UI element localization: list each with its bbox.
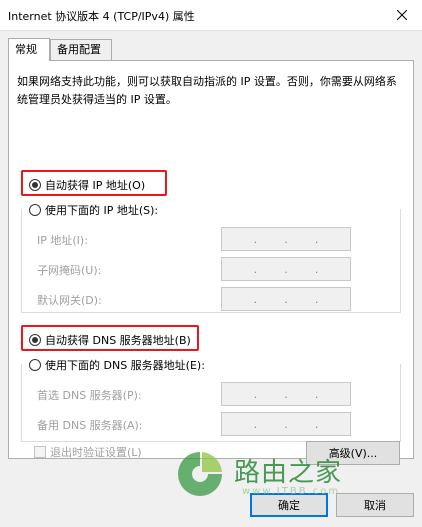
ip-auto-radio-row[interactable]: 自动获得 IP 地址(O)	[29, 177, 145, 193]
ip-address-label: IP 地址(I):	[37, 234, 88, 247]
subnet-mask-label: 子网掩码(U):	[37, 264, 102, 277]
tab-alternate-config[interactable]: 备用配置	[50, 39, 112, 61]
validate-on-exit-label: 退出时验证设置(L)	[50, 446, 142, 459]
dns-auto-label: 自动获得 DNS 服务器地址(B)	[45, 334, 191, 347]
subnet-mask-input[interactable]: ...	[221, 257, 351, 281]
description-text: 如果网络支持此功能，则可以获取自动指派的 IP 设置。否则，你需要从网络系统管理…	[17, 75, 397, 106]
alternate-dns-label: 备用 DNS 服务器(A):	[37, 419, 143, 432]
cancel-button[interactable]: 取消	[336, 493, 414, 517]
preferred-dns-label: 首选 DNS 服务器(P):	[37, 389, 142, 402]
preferred-dns-input[interactable]: ...	[221, 382, 351, 406]
dns-auto-radio-row[interactable]: 自动获得 DNS 服务器地址(B)	[29, 332, 191, 348]
ok-button[interactable]: 确定	[250, 493, 328, 517]
ip-auto-label: 自动获得 IP 地址(O)	[45, 179, 146, 192]
window-title: Internet 协议版本 4 (TCP/IPv4) 属性	[8, 10, 195, 23]
alternate-dns-input[interactable]: ...	[221, 412, 351, 436]
ip-address-input[interactable]: ...	[221, 227, 351, 251]
close-icon	[397, 10, 407, 20]
default-gateway-label: 默认网关(D):	[37, 294, 102, 307]
tab-general[interactable]: 常规	[8, 38, 50, 61]
ip-auto-radio[interactable]	[29, 179, 41, 191]
default-gateway-input[interactable]: ...	[221, 287, 351, 311]
advanced-button[interactable]: 高级(V)...	[306, 441, 400, 465]
general-panel: 如果网络支持此功能，则可以获取自动指派的 IP 设置。否则，你需要从网络系统管理…	[8, 60, 414, 459]
validate-on-exit-row[interactable]: 退出时验证设置(L)	[34, 444, 142, 460]
title-bar: Internet 协议版本 4 (TCP/IPv4) 属性	[0, 0, 422, 30]
validate-on-exit-checkbox[interactable]	[34, 446, 46, 458]
close-button[interactable]	[382, 0, 422, 30]
dns-auto-radio[interactable]	[29, 334, 41, 346]
dialog-client: 常规 备用配置 如果网络支持此功能，则可以获取自动指派的 IP 设置。否则，你需…	[0, 30, 422, 527]
